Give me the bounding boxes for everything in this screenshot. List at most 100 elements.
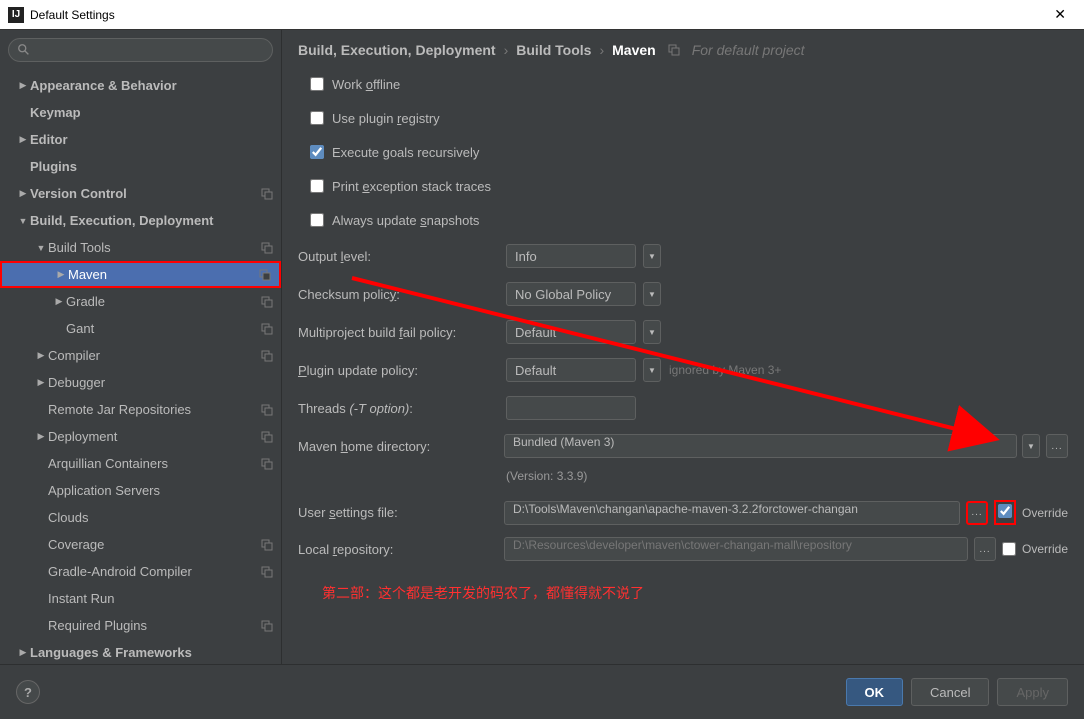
dropdown-arrow-icon[interactable]: ▼ [1022, 434, 1040, 458]
tree-arrow-icon [34, 350, 48, 361]
dropdown-arrow-icon[interactable]: ▼ [643, 358, 661, 382]
sidebar-item-build-tools[interactable]: Build Tools [0, 234, 281, 261]
always-update-row[interactable]: Always update snapshots [298, 206, 1068, 234]
tree-arrow-icon [16, 647, 30, 658]
multiproject-fail-select[interactable]: Default [506, 320, 636, 344]
sidebar-item-keymap[interactable]: Keymap [0, 99, 281, 126]
sidebar-item-build-execution-deployment[interactable]: Build, Execution, Deployment [0, 207, 281, 234]
cancel-button[interactable]: Cancel [911, 678, 989, 706]
sidebar-item-clouds[interactable]: Clouds [0, 504, 281, 531]
sidebar-item-label: Version Control [30, 186, 261, 201]
sidebar-item-gradle-android-compiler[interactable]: Gradle-Android Compiler [0, 558, 281, 585]
checksum-policy-label: Checksum policy: [298, 287, 498, 302]
override-label: Override [1022, 506, 1068, 520]
breadcrumb-current: Maven [612, 42, 656, 58]
browse-button[interactable]: ... [966, 501, 988, 525]
sidebar-item-editor[interactable]: Editor [0, 126, 281, 153]
sidebar-item-label: Instant Run [48, 591, 273, 606]
print-exception-row[interactable]: Print exception stack traces [298, 172, 1068, 200]
sidebar-item-maven[interactable]: Maven [0, 261, 281, 288]
sidebar-item-label: Gant [66, 321, 261, 336]
breadcrumb-item: Build Tools [516, 42, 591, 58]
sidebar-item-label: Required Plugins [48, 618, 261, 633]
local-repo-override-checkbox[interactable] [1002, 542, 1016, 556]
sidebar-item-coverage[interactable]: Coverage [0, 531, 281, 558]
window-title-bar: IJ Default Settings ✕ [0, 0, 1084, 30]
sidebar-item-label: Plugins [30, 159, 273, 174]
print-exception-checkbox[interactable] [310, 179, 324, 193]
breadcrumb: Build, Execution, Deployment › Build Too… [282, 30, 1084, 70]
sidebar-item-label: Application Servers [48, 483, 273, 498]
sidebar-item-deployment[interactable]: Deployment [0, 423, 281, 450]
local-repo-input[interactable]: D:\Resources\developer\maven\ctower-chan… [504, 537, 968, 561]
work-offline-row[interactable]: Work offline [298, 70, 1068, 98]
output-level-label: Output level: [298, 249, 498, 264]
work-offline-checkbox[interactable] [310, 77, 324, 91]
sidebar-item-label: Debugger [48, 375, 273, 390]
sidebar-item-remote-jar-repositories[interactable]: Remote Jar Repositories [0, 396, 281, 423]
sidebar-item-application-servers[interactable]: Application Servers [0, 477, 281, 504]
execute-recursively-checkbox[interactable] [310, 145, 324, 159]
sidebar-item-label: Gradle-Android Compiler [48, 564, 261, 579]
sidebar-item-gant[interactable]: Gant [0, 315, 281, 342]
sidebar-item-label: Keymap [30, 105, 273, 120]
annotation-text: 第二部：这个都是老开发的码农了，都懂得就不说了 [298, 567, 1068, 603]
sidebar-item-instant-run[interactable]: Instant Run [0, 585, 281, 612]
search-input[interactable] [8, 38, 273, 62]
output-level-select[interactable]: Info [506, 244, 636, 268]
settings-panel: Build, Execution, Deployment › Build Too… [282, 30, 1084, 664]
sidebar-item-label: Editor [30, 132, 273, 147]
app-logo: IJ [8, 7, 24, 23]
execute-recursively-row[interactable]: Execute goals recursively [298, 138, 1068, 166]
user-settings-input[interactable]: D:\Tools\Maven\changan\apache-maven-3.2.… [504, 501, 960, 525]
sidebar-item-compiler[interactable]: Compiler [0, 342, 281, 369]
use-plugin-registry-checkbox[interactable] [310, 111, 324, 125]
close-icon[interactable]: ✕ [1044, 2, 1076, 27]
multiproject-fail-label: Multiproject build fail policy: [298, 325, 498, 340]
breadcrumb-hint: For default project [692, 42, 805, 58]
dropdown-arrow-icon[interactable]: ▼ [643, 244, 661, 268]
sidebar-item-plugins[interactable]: Plugins [0, 153, 281, 180]
sidebar-item-arquillian-containers[interactable]: Arquillian Containers [0, 450, 281, 477]
dialog-footer: ? OK Cancel Apply [0, 664, 1084, 719]
ok-button[interactable]: OK [846, 678, 904, 706]
sidebar-item-label: Remote Jar Repositories [48, 402, 261, 417]
sidebar-item-version-control[interactable]: Version Control [0, 180, 281, 207]
dropdown-arrow-icon[interactable]: ▼ [643, 320, 661, 344]
sidebar-item-label: Clouds [48, 510, 273, 525]
copy-icon [261, 431, 273, 443]
user-settings-label: User settings file: [298, 505, 498, 520]
sidebar-item-label: Languages & Frameworks [30, 645, 273, 660]
plugin-update-select[interactable]: Default [506, 358, 636, 382]
sidebar-item-label: Deployment [48, 429, 261, 444]
help-button[interactable]: ? [16, 680, 40, 704]
copy-icon [261, 242, 273, 254]
search-icon [17, 43, 31, 57]
sidebar-item-gradle[interactable]: Gradle [0, 288, 281, 315]
dropdown-arrow-icon[interactable]: ▼ [643, 282, 661, 306]
user-settings-override-checkbox[interactable] [998, 504, 1012, 518]
always-update-checkbox[interactable] [310, 213, 324, 227]
sidebar-item-debugger[interactable]: Debugger [0, 369, 281, 396]
sidebar-item-appearance-behavior[interactable]: Appearance & Behavior [0, 72, 281, 99]
sidebar-item-required-plugins[interactable]: Required Plugins [0, 612, 281, 639]
copy-icon [261, 458, 273, 470]
copy-icon [261, 620, 273, 632]
sidebar-item-label: Appearance & Behavior [30, 78, 273, 93]
use-plugin-registry-row[interactable]: Use plugin registry [298, 104, 1068, 132]
copy-icon [261, 539, 273, 551]
copy-icon [261, 566, 273, 578]
maven-home-select[interactable]: Bundled (Maven 3) [504, 434, 1017, 458]
copy-icon [261, 350, 273, 362]
checksum-policy-select[interactable]: No Global Policy [506, 282, 636, 306]
tree-arrow-icon [54, 269, 68, 280]
threads-input[interactable] [506, 396, 636, 420]
browse-button[interactable]: ... [974, 537, 996, 561]
sidebar-item-label: Coverage [48, 537, 261, 552]
sidebar-item-languages-frameworks[interactable]: Languages & Frameworks [0, 639, 281, 664]
sidebar-item-label: Compiler [48, 348, 261, 363]
tree-arrow-icon [16, 80, 30, 91]
apply-button[interactable]: Apply [997, 678, 1068, 706]
plugin-update-label: Plugin update policy: [298, 363, 498, 378]
browse-button[interactable]: ... [1046, 434, 1068, 458]
